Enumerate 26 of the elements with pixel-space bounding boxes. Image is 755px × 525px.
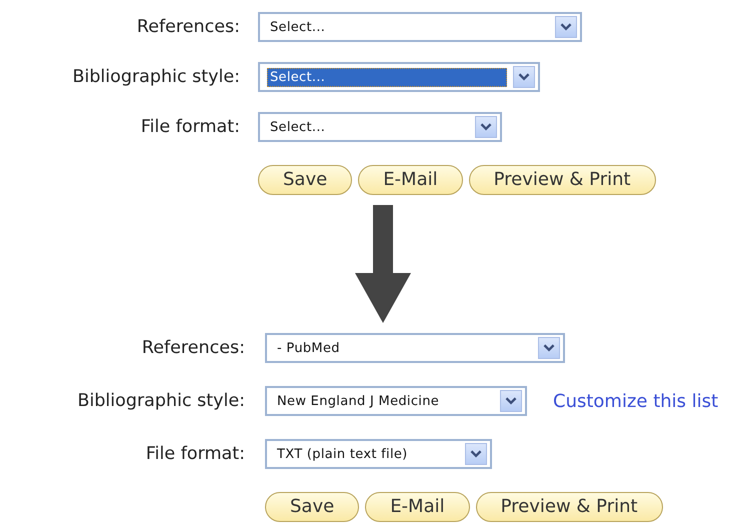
down-arrow-icon [355, 205, 411, 325]
dropdown[interactable]: TXT (plain text file) [265, 439, 492, 469]
chevron-down-icon [465, 443, 487, 465]
form-button[interactable]: Preview & Print [468, 165, 656, 195]
dropdown[interactable]: Select... [258, 112, 502, 142]
field-label: References: [136, 17, 240, 37]
dropdown[interactable]: Select... [258, 62, 540, 92]
dropdown[interactable]: - PubMed [265, 333, 565, 363]
dropdown[interactable]: Select... [258, 12, 582, 42]
field-label: File format: [144, 444, 245, 464]
field-label: References: [140, 338, 245, 358]
chevron-down-icon [475, 116, 497, 138]
customize-link[interactable]: Customize this list [553, 390, 718, 412]
field-label: Bibliographic style: [76, 391, 245, 411]
form-button[interactable]: Save [265, 492, 360, 522]
form-button[interactable]: Save [258, 165, 352, 195]
chevron-down-icon [555, 16, 577, 38]
chevron-down-icon [538, 337, 560, 359]
form-button[interactable]: E-Mail [365, 492, 470, 522]
chevron-down-icon [500, 390, 522, 412]
chevron-down-icon [513, 66, 535, 88]
form-button[interactable]: E-Mail [358, 165, 463, 195]
dropdown[interactable]: New England J Medicine [265, 386, 527, 416]
field-label: Bibliographic style: [71, 67, 240, 87]
field-label: File format: [140, 117, 240, 137]
form-button[interactable]: Preview & Print [476, 492, 663, 522]
